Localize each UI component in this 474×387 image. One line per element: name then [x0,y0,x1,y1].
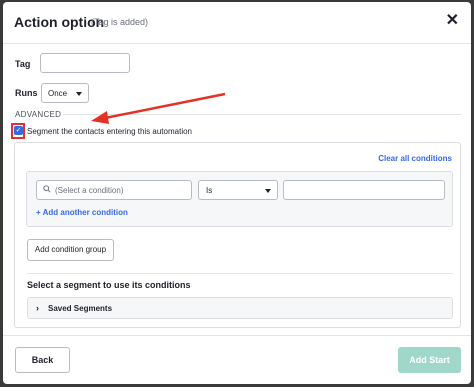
footer-divider [3,335,471,336]
divider [27,273,453,274]
add-another-condition-link[interactable]: + Add another condition [36,208,128,217]
saved-segments-label: Saved Segments [48,304,113,313]
add-condition-group-button[interactable]: Add condition group [27,239,114,261]
add-start-button[interactable]: Add Start [398,347,461,373]
condition-value-input[interactable] [283,180,445,200]
operator-select[interactable]: Is [198,180,278,200]
saved-segment-heading: Select a segment to use its conditions [27,280,191,290]
condition-placeholder: (Select a condition) [55,186,124,195]
chevron-right-icon: › [36,303,39,313]
segment-conditions-panel: Clear all conditions (Select a condition… [14,142,461,328]
back-button[interactable]: Back [15,347,70,373]
clear-all-conditions-link[interactable]: Clear all conditions [378,154,452,163]
condition-select[interactable]: (Select a condition) [36,180,192,200]
chevron-down-icon [265,189,271,193]
condition-group: (Select a condition) Is + Add another co… [26,171,453,227]
search-icon [43,185,51,193]
saved-segments-accordion[interactable]: › Saved Segments [27,297,453,319]
action-option-modal: Action option (Tag is added) ✕ Tag Runs … [3,2,471,384]
operator-selected-value: Is [206,186,213,195]
